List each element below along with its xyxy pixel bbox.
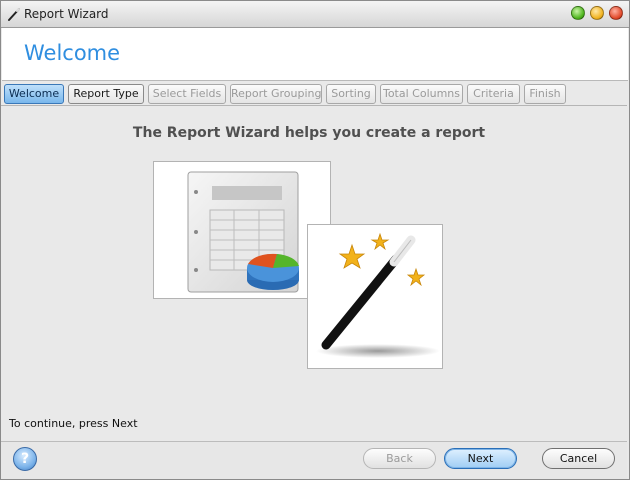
tab-select-fields[interactable]: Select Fields [148, 84, 226, 104]
wizard-footer [1, 441, 627, 479]
wand-icon [8, 8, 20, 21]
help-icon[interactable]: ? [13, 447, 37, 471]
welcome-headline: The Report Wizard helps you create a rep… [132, 125, 486, 141]
back-button[interactable]: Back [363, 448, 436, 469]
page-header: Welcome [2, 28, 628, 81]
close-button[interactable] [609, 6, 623, 20]
page-title: Welcome [24, 41, 121, 65]
tab-report-grouping[interactable]: Report Grouping [230, 84, 322, 104]
title-bar[interactable]: Report Wizard [1, 1, 629, 28]
tabs-divider [1, 105, 627, 106]
cancel-button[interactable]: Cancel [542, 448, 615, 469]
minimize-button[interactable] [590, 6, 604, 20]
tab-finish[interactable]: Finish [524, 84, 566, 104]
tab-total-columns[interactable]: Total Columns [380, 84, 463, 104]
continue-hint: To continue, press Next [9, 417, 138, 430]
tab-sorting[interactable]: Sorting [326, 84, 376, 104]
tab-report-type[interactable]: Report Type [68, 84, 144, 104]
maximize-button[interactable] [571, 6, 585, 20]
tab-welcome[interactable]: Welcome [4, 84, 64, 104]
tab-criteria[interactable]: Criteria [467, 84, 520, 104]
report-pie-chart-icon [153, 161, 331, 299]
next-button[interactable]: Next [444, 448, 517, 469]
window-title: Report Wizard [24, 7, 109, 21]
wizard-tabs: Welcome Report Type Select Fields Report… [4, 84, 624, 106]
magic-wand-stars-icon [307, 224, 443, 369]
